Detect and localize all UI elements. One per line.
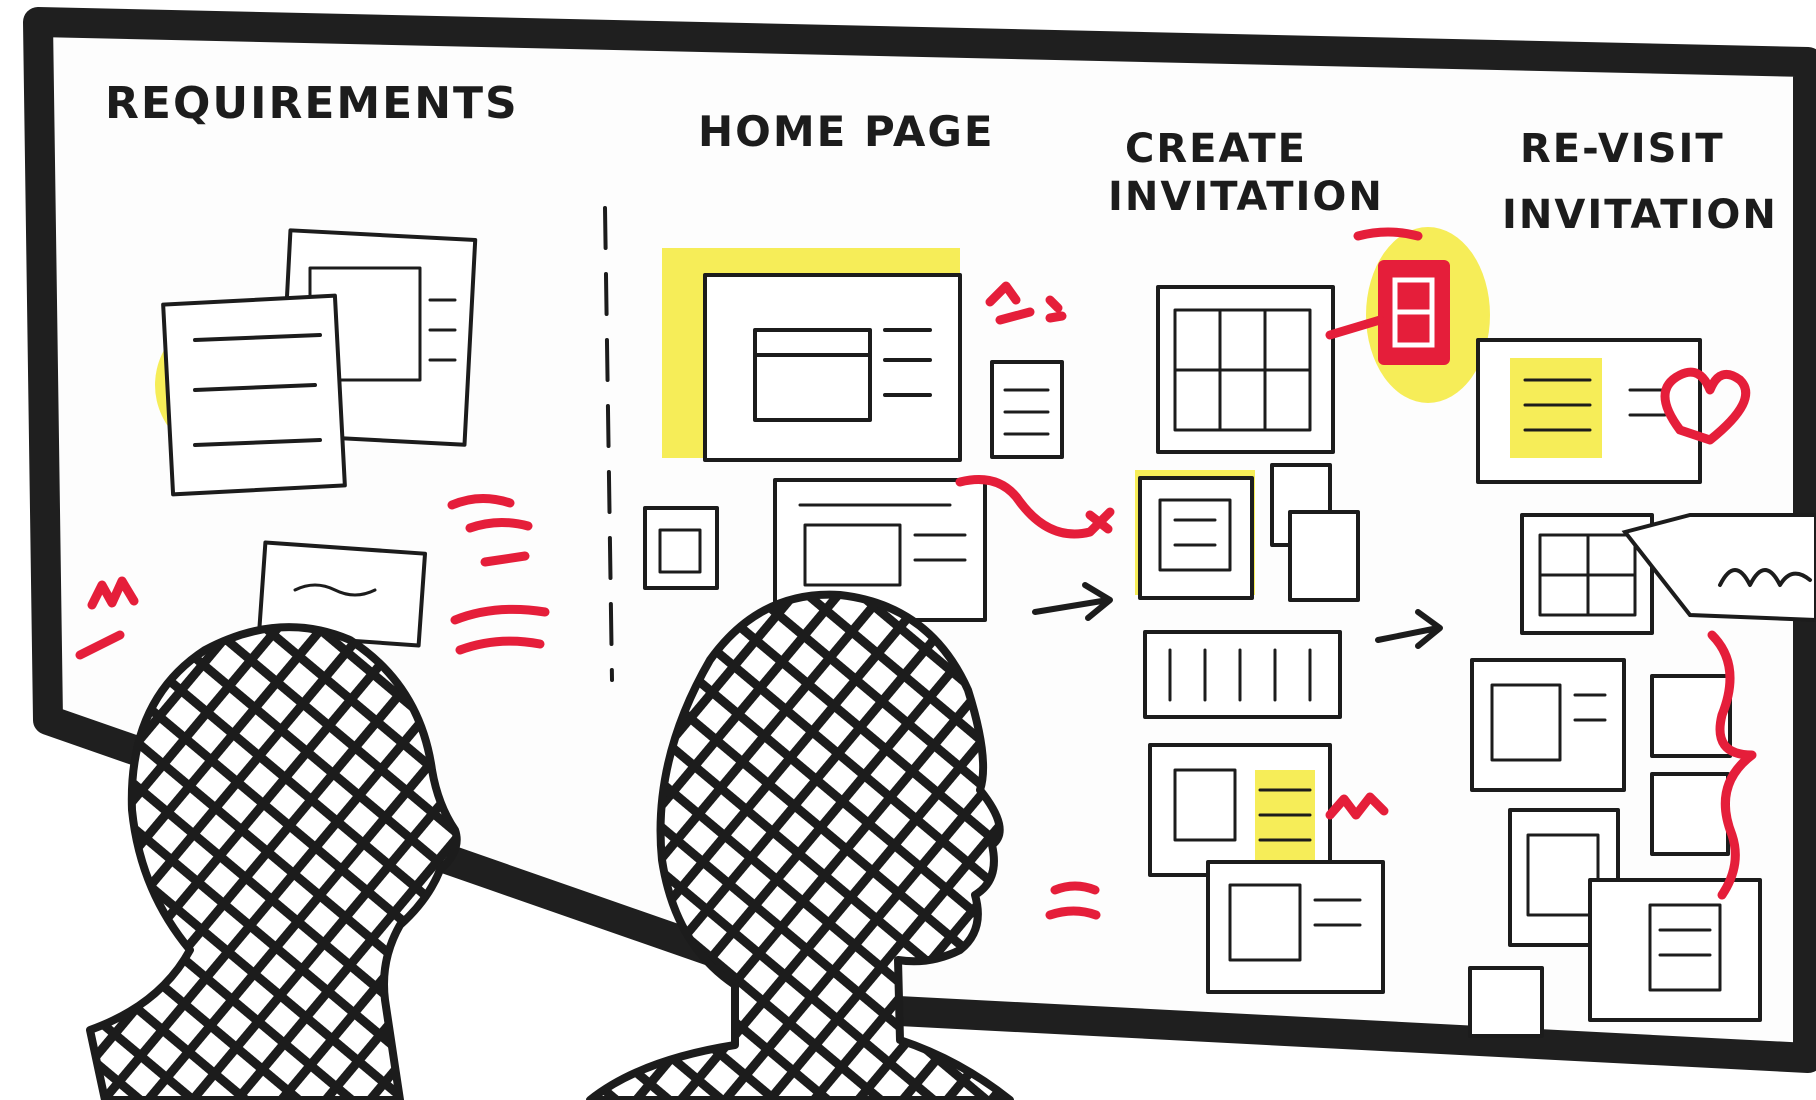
highlight-revisit-top	[1510, 358, 1602, 458]
section-title-create-invitation-line2: INVITATION	[1108, 174, 1384, 220]
home-page-wireframe	[703, 273, 962, 462]
revisit-bottom-card	[1588, 878, 1762, 1022]
home-small-card-right	[990, 360, 1064, 459]
revisit-doc-card	[1470, 658, 1626, 792]
revisit-small-card-2	[1650, 772, 1730, 856]
section-title-revisit-invitation-line2: INVITATION	[1502, 192, 1778, 238]
revisit-tiny-card	[1468, 966, 1544, 1038]
section-title-revisit-invitation-line1: RE-VISIT	[1520, 126, 1725, 172]
create-stack-card-b	[1288, 510, 1360, 602]
create-selected-card	[1138, 476, 1254, 600]
section-title-requirements: REQUIREMENTS	[105, 78, 519, 129]
section-title-create-invitation-line1: CREATE	[1125, 126, 1307, 172]
create-bottom-card	[1206, 860, 1385, 994]
sketch-scene: REQUIREMENTS HOME PAGE CREATE INVITATION…	[23, 7, 1816, 1100]
requirements-list-sheet	[161, 293, 347, 497]
section-title-home-page: HOME PAGE	[698, 107, 995, 156]
home-small-card-left	[643, 506, 719, 590]
